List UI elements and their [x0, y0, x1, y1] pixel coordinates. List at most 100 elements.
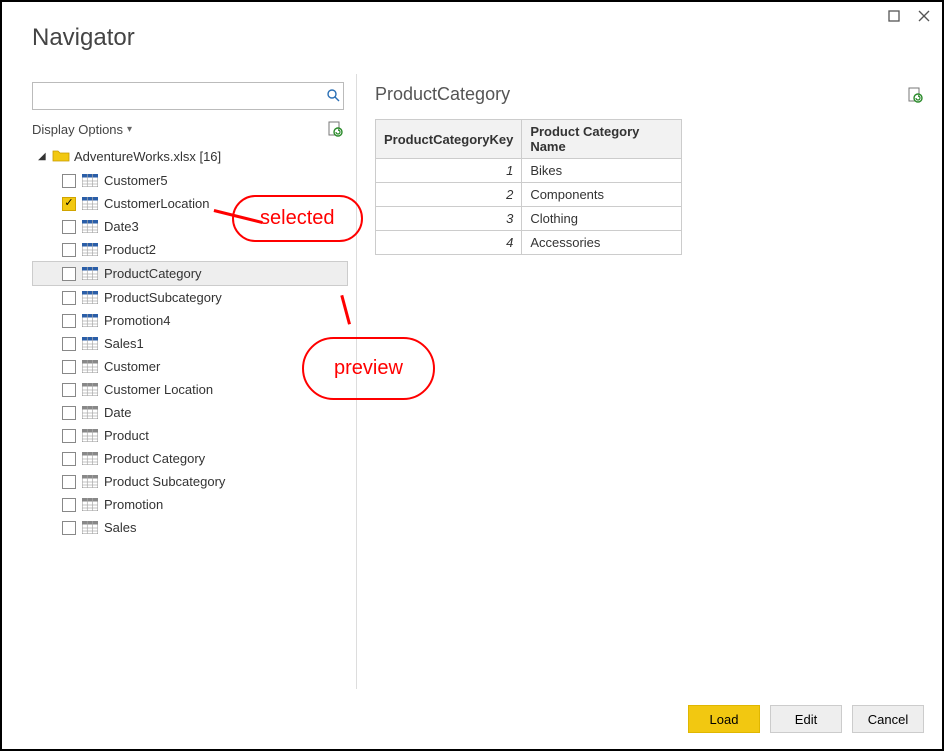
tree-item-label: CustomerLocation [104, 196, 210, 211]
tree-root[interactable]: ◢ AdventureWorks.xlsx [16] [32, 144, 352, 169]
edit-button[interactable]: Edit [770, 705, 842, 733]
tree-item[interactable]: Promotion4 [32, 309, 348, 332]
tree-item[interactable]: Date3 [32, 215, 348, 238]
preview-col-0[interactable]: ProductCategoryKey [376, 120, 522, 159]
table-row[interactable]: 3Clothing [376, 207, 682, 231]
right-pane: ProductCategory ProductCategoryKey Produ… [357, 74, 942, 689]
tree-root-label: AdventureWorks.xlsx [16] [74, 149, 221, 164]
table-icon [82, 243, 98, 256]
tree-item-label: Promotion [104, 497, 163, 512]
display-options-dropdown[interactable]: Display Options ▾ [32, 122, 132, 137]
cell-key: 4 [376, 231, 522, 255]
table-icon [82, 197, 98, 210]
tree-item-checkbox[interactable] [62, 360, 76, 374]
tree-item[interactable]: Date [32, 401, 348, 424]
cell-name: Bikes [522, 159, 682, 183]
table-icon [82, 337, 98, 350]
content-area: Display Options ▾ ◢ [2, 74, 942, 689]
tree-item[interactable]: ProductSubcategory [32, 286, 348, 309]
tree-item[interactable]: ProductCategory [32, 261, 348, 286]
tree-item[interactable]: ✓ CustomerLocation [32, 192, 348, 215]
load-button[interactable]: Load [688, 705, 760, 733]
dialog-title: Navigator [2, 2, 942, 64]
tree-item-checkbox[interactable] [62, 406, 76, 420]
tree-item-label: ProductCategory [104, 266, 202, 281]
tree-item-checkbox[interactable] [62, 383, 76, 397]
cell-key: 3 [376, 207, 522, 231]
preview-table: ProductCategoryKey Product Category Name… [375, 119, 682, 255]
preview-refresh-icon[interactable] [906, 86, 924, 104]
table-icon [82, 475, 98, 488]
tree-item-label: Customer Location [104, 382, 213, 397]
expand-collapse-icon[interactable]: ◢ [38, 151, 48, 162]
tree-item-checkbox[interactable] [62, 337, 76, 351]
display-options-label: Display Options [32, 122, 123, 137]
footer: Load Edit Cancel [688, 705, 924, 733]
titlebar [886, 2, 942, 24]
tree-item-checkbox[interactable] [62, 521, 76, 535]
table-icon [82, 429, 98, 442]
tree-item-label: Customer5 [104, 173, 168, 188]
tree-item-checkbox[interactable] [62, 267, 76, 281]
search-icon[interactable] [323, 88, 343, 105]
table-icon [82, 314, 98, 327]
tree-item-checkbox[interactable] [62, 429, 76, 443]
maximize-button[interactable] [886, 8, 902, 24]
table-icon [82, 174, 98, 187]
tree-item[interactable]: Customer Location [32, 378, 348, 401]
tree-item[interactable]: Sales1 [32, 332, 348, 355]
tree-item-label: Sales1 [104, 336, 144, 351]
preview-title: ProductCategory [375, 84, 510, 105]
display-options-row: Display Options ▾ [32, 120, 344, 138]
table-icon [82, 406, 98, 419]
cell-key: 2 [376, 183, 522, 207]
table-row[interactable]: 1Bikes [376, 159, 682, 183]
tree-item-label: Date3 [104, 219, 139, 234]
tree-item-label: Sales [104, 520, 137, 535]
table-icon [82, 360, 98, 373]
tree-item[interactable]: Sales [32, 516, 348, 539]
navigator-window: Navigator Display Options ▾ [0, 0, 944, 751]
table-icon [82, 498, 98, 511]
tree-item-checkbox[interactable]: ✓ [62, 197, 76, 211]
preview-header: ProductCategory [375, 84, 924, 105]
tree-item[interactable]: Product Subcategory [32, 470, 348, 493]
tree-item-label: Product Subcategory [104, 474, 225, 489]
tree-item[interactable]: Product [32, 424, 348, 447]
tree-item-checkbox[interactable] [62, 452, 76, 466]
tree-item-checkbox[interactable] [62, 291, 76, 305]
tree-item-label: Promotion4 [104, 313, 170, 328]
table-row[interactable]: 2Components [376, 183, 682, 207]
search-box[interactable] [32, 82, 344, 110]
tree-item-label: Product [104, 428, 149, 443]
tree-item-checkbox[interactable] [62, 475, 76, 489]
tree-item-checkbox[interactable] [62, 174, 76, 188]
close-button[interactable] [916, 8, 932, 24]
tree-item[interactable]: Customer5 [32, 169, 348, 192]
tree-item-checkbox[interactable] [62, 314, 76, 328]
tree-items: Customer5 ✓ CustomerLocation Date3 Produc… [32, 169, 352, 539]
tree-item-checkbox[interactable] [62, 220, 76, 234]
cancel-button[interactable]: Cancel [852, 705, 924, 733]
tree-item[interactable]: Product2 [32, 238, 348, 261]
folder-icon [52, 148, 70, 165]
tree-item-label: Product Category [104, 451, 205, 466]
tree-item-checkbox[interactable] [62, 243, 76, 257]
table-icon [82, 267, 98, 280]
tree-item[interactable]: Product Category [32, 447, 348, 470]
preview-col-1[interactable]: Product Category Name [522, 120, 682, 159]
cell-name: Clothing [522, 207, 682, 231]
tree-item-checkbox[interactable] [62, 498, 76, 512]
tree-item[interactable]: Customer [32, 355, 348, 378]
table-icon [82, 521, 98, 534]
table-row[interactable]: 4Accessories [376, 231, 682, 255]
cell-name: Accessories [522, 231, 682, 255]
tree-item-label: ProductSubcategory [104, 290, 222, 305]
tree-item-label: Date [104, 405, 131, 420]
chevron-down-icon: ▾ [127, 124, 132, 135]
tree-item[interactable]: Promotion [32, 493, 348, 516]
search-input[interactable] [33, 89, 323, 104]
refresh-icon[interactable] [326, 120, 344, 138]
tree-item-label: Product2 [104, 242, 156, 257]
cell-name: Components [522, 183, 682, 207]
